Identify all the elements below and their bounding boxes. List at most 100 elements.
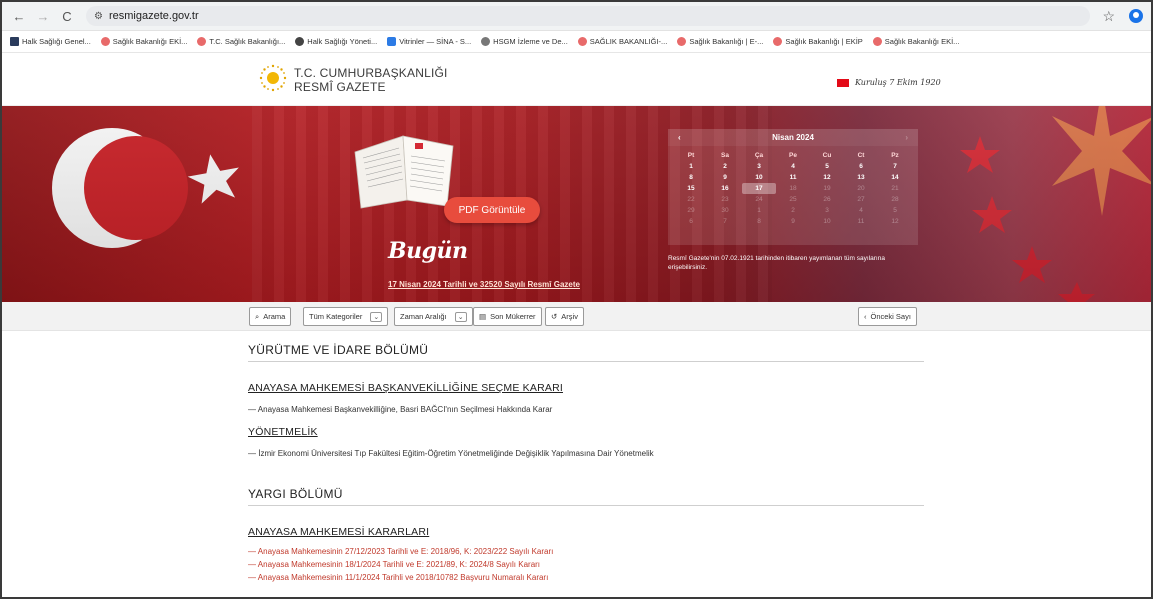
bookmark-favicon-icon: [872, 37, 882, 46]
calendar-day: 6: [689, 218, 693, 225]
chevron-down-icon: ⌄: [370, 311, 383, 322]
calendar-day: 26: [823, 196, 831, 203]
bookmark-favicon-icon: [197, 37, 207, 46]
calendar-day[interactable]: 11: [776, 172, 810, 183]
bookmark-item[interactable]: Halk Sağlığı Genel...: [10, 37, 91, 46]
founding-text: Kuruluş 7 Ekim 1920: [855, 78, 941, 87]
calendar-day[interactable]: 8: [674, 172, 708, 183]
calendar-day: 10: [823, 218, 831, 225]
group-title: YÖNETMELİK: [248, 426, 318, 438]
bookmark-favicon-icon: [677, 37, 687, 46]
calendar-day: 20: [857, 185, 865, 192]
previous-issue-button[interactable]: ‹ Önceki Sayı: [858, 307, 917, 326]
calendar-day[interactable]: 1: [674, 161, 708, 172]
founding-note: Kuruluş 7 Ekim 1920: [837, 78, 941, 87]
globe-icon: [481, 37, 491, 46]
bookmark-item[interactable]: Sağlık Bakanlığı | EKİP: [773, 37, 863, 46]
calendar-day[interactable]: 5: [810, 161, 844, 172]
pdf-view-button[interactable]: PDF Görüntüle: [444, 197, 540, 223]
calendar-day: 19: [823, 185, 831, 192]
bookmark-item[interactable]: Halk Sağlığı Yöneti...: [295, 37, 377, 46]
calendar-day: 30: [721, 207, 729, 214]
calendar-header: ‹ Nisan 2024 ›: [668, 129, 918, 146]
section-title: YARGI BÖLÜMÜ: [248, 487, 924, 506]
calendar-day[interactable]: 16: [708, 183, 742, 194]
search-button[interactable]: ⌕ Arama: [249, 307, 292, 326]
calendar-weekday: Pz: [891, 152, 899, 159]
calendar-weekday: Ct: [857, 152, 865, 159]
gazette-entry-link[interactable]: — Anayasa Mahkemesinin 11/1/2024 Tarihli…: [248, 573, 924, 582]
gazette-book-icon[interactable]: [349, 130, 461, 210]
calendar-day: 24: [755, 196, 763, 203]
calendar-day: 11: [857, 218, 865, 225]
bookmark-item[interactable]: T.C. Sağlık Bakanlığı...: [197, 37, 285, 46]
bookmark-item[interactable]: Sağlık Bakanlığı | E-...: [677, 37, 763, 46]
gazette-entry-link[interactable]: — Anayasa Mahkemesi Başkanvekilliğine, B…: [248, 405, 924, 414]
site-logo-text[interactable]: T.C. CUMHURBAŞKANLIĞI RESMÎ GAZETE: [294, 66, 448, 94]
calendar-day[interactable]: 17: [742, 183, 776, 194]
bookmark-favicon-icon: [773, 37, 783, 46]
calendar-next-icon[interactable]: ›: [905, 133, 908, 142]
chevron-left-icon: ‹: [864, 312, 867, 321]
category-select[interactable]: Tüm Kategoriler ⌄: [303, 307, 389, 326]
calendar-weekday: Sa: [721, 152, 729, 159]
site-info-icon[interactable]: ⚙: [94, 11, 103, 22]
bookmark-item[interactable]: HSGM İzleme ve De...: [481, 37, 568, 46]
url-text: resmigazete.gov.tr: [108, 10, 199, 22]
turkish-flag-icon: [837, 78, 849, 87]
url-field[interactable]: ⚙ resmigazete.gov.tr: [86, 6, 1091, 26]
calendar-day[interactable]: 12: [810, 172, 844, 183]
calendar-day: 8: [757, 218, 761, 225]
bookmark-item[interactable]: Vitrinler — SİNA - S...: [387, 37, 471, 46]
calendar-day[interactable]: 14: [878, 172, 912, 183]
profile-icon[interactable]: [1129, 9, 1143, 23]
date-range-select[interactable]: Zaman Aralığı ⌄: [394, 307, 473, 326]
search-icon: ⌕: [255, 311, 260, 321]
calendar-day: 9: [791, 218, 795, 225]
calendar-day: 2: [791, 207, 795, 214]
gazette-content: YÜRÜTME VE İDARE BÖLÜMÜ ANAYASA MAHKEMES…: [248, 343, 924, 582]
presidency-sun-logo-icon[interactable]: [258, 63, 288, 93]
calendar-weekday: Pe: [789, 152, 797, 159]
bookmark-favicon-icon: [100, 37, 110, 46]
calendar-icon: ▤: [479, 312, 487, 321]
today-gazette-link[interactable]: 17 Nisan 2024 Tarihli ve 32520 Sayılı Re…: [388, 280, 580, 289]
gazette-entry-link[interactable]: — Anayasa Mahkemesinin 18/1/2024 Tarihli…: [248, 560, 924, 569]
address-bar-row: ← → C ⚙ resmigazete.gov.tr ☆: [2, 2, 1151, 31]
forward-icon[interactable]: →: [34, 7, 52, 25]
calendar-day: 21: [891, 185, 899, 192]
bookmark-star-icon[interactable]: ☆: [1102, 8, 1115, 25]
history-icon: ↺: [551, 312, 558, 321]
calendar-day[interactable]: 10: [742, 172, 776, 183]
calendar-day[interactable]: 2: [708, 161, 742, 172]
chevron-down-icon: ⌄: [454, 311, 467, 322]
bookmark-item[interactable]: Sağlık Bakanlığı EKİ...: [872, 37, 959, 46]
calendar-note: Resmî Gazete'nin 07.02.1921 tarihinden i…: [668, 255, 885, 271]
bookmark-item[interactable]: Sağlık Bakanlığı EKİ...: [100, 37, 187, 46]
calendar-day: 25: [789, 196, 797, 203]
org-line1: T.C. CUMHURBAŞKANLIĞI: [294, 66, 448, 80]
calendar-day[interactable]: 9: [708, 172, 742, 183]
calendar-day: 18: [789, 185, 797, 192]
bookmark-favicon-icon: [295, 37, 305, 46]
archive-button[interactable]: ↺ Arşiv: [545, 307, 584, 326]
back-icon[interactable]: ←: [10, 7, 28, 25]
calendar-day[interactable]: 7: [878, 161, 912, 172]
bookmark-item[interactable]: SAĞLIK BAKANLIĞI-...: [577, 37, 667, 46]
last-repeat-button[interactable]: ▤ Son Mükerrer: [473, 307, 542, 326]
calendar-day[interactable]: 6: [844, 161, 878, 172]
calendar-day[interactable]: 13: [844, 172, 878, 183]
calendar-prev-icon[interactable]: ‹: [678, 133, 681, 142]
calendar-day: 27: [857, 196, 865, 203]
gazette-entry-link[interactable]: — Anayasa Mahkemesinin 27/12/2023 Tarihl…: [248, 547, 924, 556]
reload-icon[interactable]: C: [58, 7, 76, 25]
section-title: YÜRÜTME VE İDARE BÖLÜMÜ: [248, 343, 924, 362]
calendar-month: Nisan 2024: [772, 133, 814, 142]
bookmark-favicon-icon: [577, 37, 587, 46]
hero-shade: [2, 106, 1151, 302]
calendar-day[interactable]: 15: [674, 183, 708, 194]
calendar-day[interactable]: 4: [776, 161, 810, 172]
site-header: T.C. CUMHURBAŞKANLIĞI RESMÎ GAZETE Kurul…: [2, 53, 1151, 106]
gazette-entry-link[interactable]: — İzmir Ekonomi Üniversitesi Tıp Fakülte…: [248, 449, 924, 458]
calendar-day[interactable]: 3: [742, 161, 776, 172]
